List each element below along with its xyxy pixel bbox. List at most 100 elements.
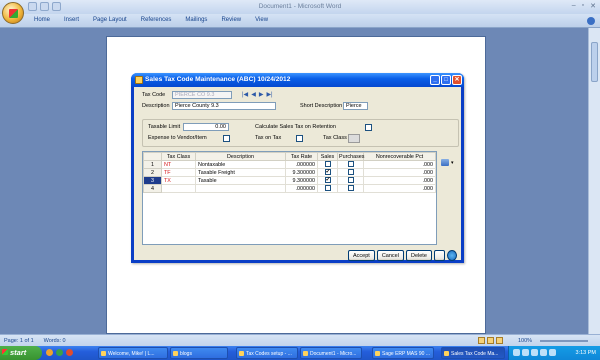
tray-icon[interactable] [531, 349, 538, 356]
taxable-limit-field[interactable]: 0.00 [183, 123, 229, 131]
purchases-cell[interactable] [337, 168, 364, 177]
sales-cell[interactable] [317, 160, 338, 169]
grid-options-icon[interactable] [441, 159, 449, 166]
start-button[interactable]: start [0, 346, 42, 360]
maximize-button[interactable]: ▫ [582, 2, 584, 10]
expense-vendor-checkbox[interactable] [223, 135, 230, 142]
nonrecoverable-cell[interactable]: .000 [363, 176, 436, 185]
tray-icon[interactable] [513, 349, 520, 356]
tax-code-field[interactable]: PIERCE CO 9.3 [172, 91, 232, 99]
tax-rate-cell[interactable]: .000000 [285, 160, 318, 169]
purchases-checkbox[interactable] [347, 169, 354, 176]
dialog-maximize-button[interactable]: □ [441, 75, 451, 85]
page-count[interactable]: Page: 1 of 1 [4, 338, 34, 344]
desktop-icon[interactable] [56, 349, 63, 356]
table-row[interactable]: 2 TF Taxable Freight 9.300000 .000 [143, 168, 436, 177]
purchases-checkbox[interactable] [347, 161, 354, 168]
help-icon[interactable] [446, 250, 457, 261]
clock[interactable]: 3:13 PM [576, 350, 596, 356]
chevron-down-icon[interactable]: ▾ [451, 160, 454, 166]
tax-rate-cell[interactable]: .000000 [285, 184, 318, 193]
cancel-button[interactable]: Cancel [376, 250, 404, 261]
row-number[interactable]: 3 [143, 176, 162, 185]
taskbar-item[interactable]: Sales Tax Code Ma... [441, 347, 505, 359]
tax-class-cell[interactable]: NT [161, 160, 196, 169]
sales-checkbox[interactable] [324, 161, 331, 168]
printer-icon[interactable] [433, 250, 445, 261]
zoom-level[interactable]: 100% [518, 338, 532, 344]
calc-retention-checkbox[interactable] [365, 124, 372, 131]
firefox-icon[interactable] [66, 349, 73, 356]
office-button-icon[interactable] [2, 2, 24, 24]
header-tax-rate[interactable]: Tax Rate [285, 152, 318, 161]
tax-class-cell[interactable] [161, 184, 196, 193]
row-number[interactable]: 4 [143, 184, 162, 193]
tax-rate-cell[interactable]: 9.300000 [285, 176, 318, 185]
sales-cell[interactable] [317, 176, 338, 185]
purchases-cell[interactable] [337, 176, 364, 185]
help-icon[interactable] [587, 17, 595, 25]
nonrecoverable-cell[interactable]: .000 [363, 160, 436, 169]
header-purchases[interactable]: Purchases [337, 152, 364, 161]
vertical-scrollbar[interactable] [588, 28, 600, 334]
sales-checkbox[interactable] [324, 169, 331, 176]
table-row[interactable]: 1 NT Nontaxable .000000 .000 [143, 160, 436, 169]
taskbar-item[interactable]: blogs [170, 347, 228, 359]
tax-class-grid[interactable]: Tax Class Description Tax Rate Sales Pur… [142, 151, 437, 245]
header-nonrecoverable-pct[interactable]: Nonrecoverable Pct [363, 152, 436, 161]
tab-home[interactable]: Home [34, 17, 50, 23]
tax-class-cell[interactable]: TX [161, 176, 196, 185]
next-record-button[interactable]: ▶ [259, 91, 264, 98]
taskbar-item[interactable]: Sage ERP MAS 90 ... [372, 347, 434, 359]
table-row[interactable]: 3 TX Taxable 9.300000 .000 [143, 176, 436, 185]
close-button[interactable]: ✕ [590, 2, 596, 10]
accept-button[interactable]: Accept [348, 250, 375, 261]
short-description-field[interactable]: Pierce [343, 102, 368, 110]
row-number[interactable]: 1 [143, 160, 162, 169]
last-record-button[interactable]: ▶| [266, 91, 272, 98]
delete-button[interactable]: Delete [405, 250, 432, 261]
tab-mailings[interactable]: Mailings [185, 17, 207, 23]
description-field[interactable]: Pierce County 9.3 [172, 102, 276, 110]
sales-checkbox[interactable] [324, 177, 331, 184]
sales-checkbox[interactable] [324, 185, 331, 192]
tray-icon[interactable] [540, 349, 547, 356]
nonrecoverable-cell[interactable]: .000 [363, 168, 436, 177]
nonrecoverable-cell[interactable]: .000 [363, 184, 436, 193]
first-record-button[interactable]: |◀ [242, 91, 248, 98]
tray-icon[interactable] [522, 349, 529, 356]
ie-icon[interactable] [46, 349, 53, 356]
table-row[interactable]: 4 .000000 .000 [143, 184, 436, 193]
tab-insert[interactable]: Insert [64, 17, 79, 23]
dialog-close-button[interactable]: ✕ [452, 75, 462, 85]
print-layout-view-icon[interactable] [478, 337, 485, 344]
tax-on-tax-checkbox[interactable] [296, 135, 303, 142]
tab-references[interactable]: References [141, 17, 172, 23]
word-count[interactable]: Words: 0 [44, 338, 66, 344]
tab-page-layout[interactable]: Page Layout [93, 17, 127, 23]
grid-options[interactable]: ▾ [441, 153, 459, 167]
sales-cell[interactable] [317, 184, 338, 193]
web-layout-view-icon[interactable] [496, 337, 503, 344]
previous-record-button[interactable]: ◀ [251, 91, 256, 98]
header-sales[interactable]: Sales [317, 152, 338, 161]
scroll-thumb[interactable] [591, 42, 598, 82]
taskbar-item[interactable]: Tax Codes setup - ... [236, 347, 298, 359]
tray-icon[interactable] [549, 349, 556, 356]
tab-view[interactable]: View [255, 17, 268, 23]
tab-review[interactable]: Review [221, 17, 241, 23]
row-number[interactable]: 2 [143, 168, 162, 177]
tax-class-cell[interactable]: TF [161, 168, 196, 177]
purchases-checkbox[interactable] [347, 185, 354, 192]
purchases-cell[interactable] [337, 184, 364, 193]
header-description[interactable]: Description [195, 152, 286, 161]
taskbar-item[interactable]: Welcome, Mike! | L... [98, 347, 168, 359]
sales-cell[interactable] [317, 168, 338, 177]
purchases-checkbox[interactable] [347, 177, 354, 184]
header-tax-class[interactable]: Tax Class [161, 152, 196, 161]
taskbar-item[interactable]: Document1 - Micro... [300, 347, 362, 359]
minimize-button[interactable]: – [572, 2, 576, 10]
purchases-cell[interactable] [337, 160, 364, 169]
dialog-minimize-button[interactable]: _ [430, 75, 440, 85]
tax-rate-cell[interactable]: 9.300000 [285, 168, 318, 177]
